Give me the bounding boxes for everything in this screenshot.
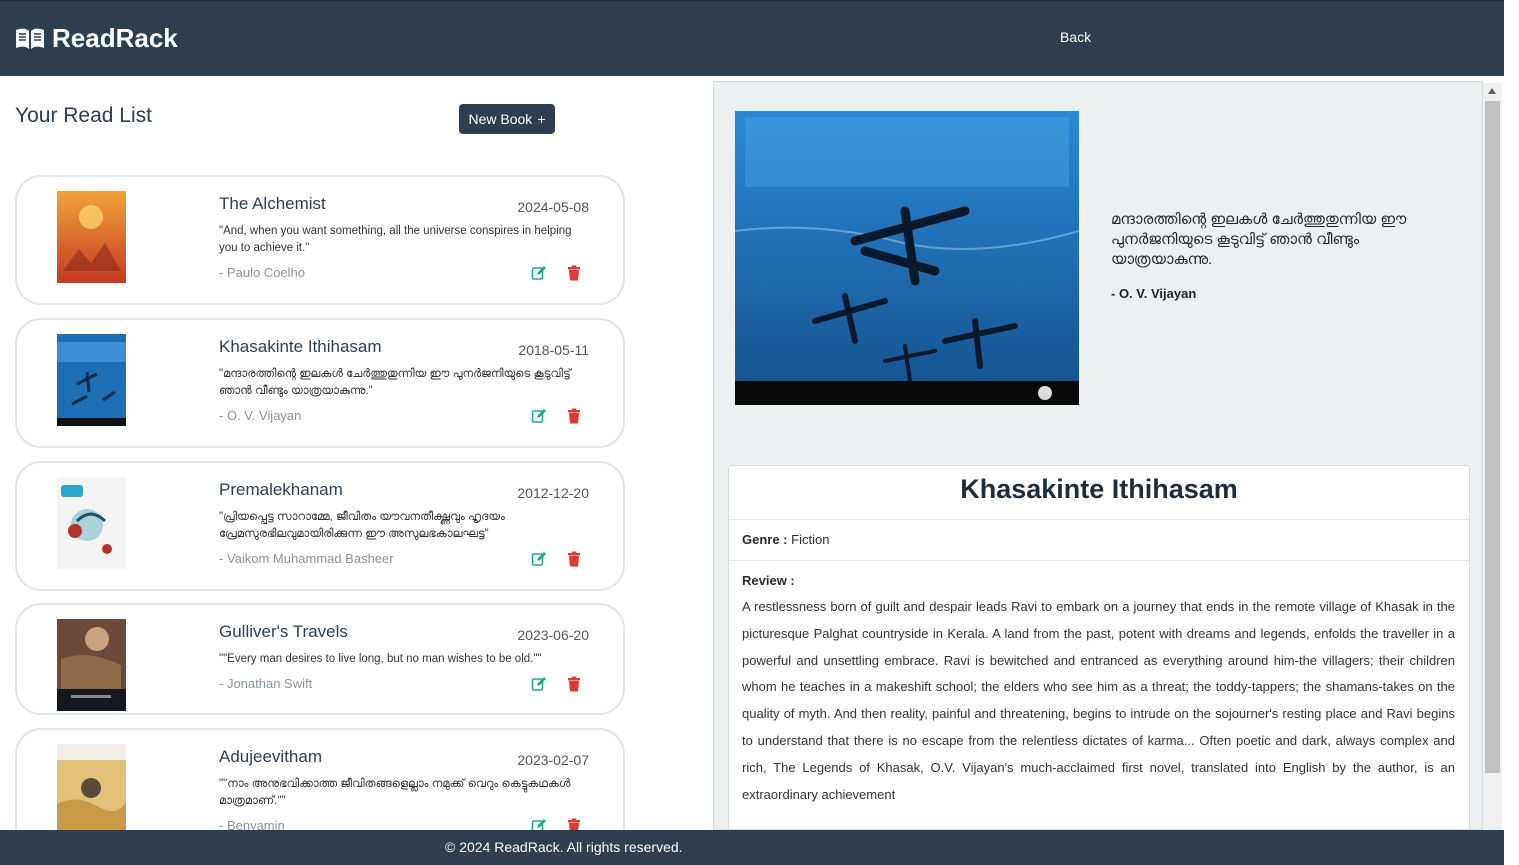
book-card[interactable]: Gulliver's Travels 2023-06-20 ""Every ma…: [15, 603, 625, 715]
scroll-up-icon[interactable]: [1488, 88, 1496, 94]
divider: [729, 560, 1469, 561]
book-author: - Benyamin: [219, 818, 285, 830]
delete-icon[interactable]: [566, 676, 582, 692]
delete-icon[interactable]: [566, 408, 582, 424]
genre-label: Genre :: [742, 532, 788, 547]
edit-icon[interactable]: [531, 818, 547, 830]
book-card[interactable]: Premalekhanam 2012-12-20 "പ്രിയപ്പെട്ട സ…: [15, 461, 625, 591]
book-card[interactable]: Khasakinte Ithihasam 2018-05-11 "മന്ദാരത…: [15, 318, 625, 448]
brand-logo[interactable]: ReadRack: [14, 23, 178, 54]
book-author: - Vaikom Muhammad Basheer: [219, 551, 394, 566]
book-cover: [57, 619, 126, 711]
detail-book-cover: [735, 111, 1079, 405]
book-quote: "And, when you want something, all the u…: [219, 225, 572, 254]
book-author: - O. V. Vijayan: [219, 408, 302, 423]
book-quote: "പ്രിയപ്പെട്ട സാറാമ്മേ, ജീവിതം യൗവനതീക്ഷ…: [219, 511, 505, 540]
book-quote: ""നാം അനുഭവിക്കാത്ത ജീവിതങ്ങളെല്ലാം നമുക…: [219, 778, 571, 807]
book-cover: [57, 191, 126, 283]
book-cover: [57, 477, 126, 569]
edit-icon[interactable]: [531, 551, 547, 567]
footer-text: © 2024 ReadRack. All rights reserved.: [445, 839, 683, 855]
brand-name: ReadRack: [52, 23, 178, 53]
book-date: 2012-12-20: [517, 485, 589, 501]
book-quote: "മന്ദാരത്തിന്റെ ഇലകൾ ചേർത്തുതുന്നിയ ഈ പു…: [219, 368, 571, 397]
divider: [729, 519, 1469, 520]
book-title: Adujeevitham: [219, 747, 323, 766]
edit-icon[interactable]: [531, 408, 547, 424]
delete-icon[interactable]: [566, 818, 582, 830]
edit-icon[interactable]: [531, 676, 547, 692]
book-card[interactable]: Adujeevitham 2023-02-07 ""നാം അനുഭവിക്കാ…: [15, 728, 625, 830]
new-book-label: New Book: [468, 111, 533, 127]
delete-icon[interactable]: [566, 551, 582, 567]
detail-quote: മന്ദാരത്തിന്റെ ഇലകൾ ചേർത്തുതുന്നിയ ഈ പുന…: [1111, 211, 1407, 268]
book-title: Premalekhanam: [219, 480, 343, 499]
scrollbar[interactable]: [1483, 83, 1502, 830]
back-link[interactable]: Back: [1060, 29, 1091, 45]
book-title: Gulliver's Travels: [219, 622, 348, 641]
edit-icon[interactable]: [531, 265, 547, 281]
book-cover: [57, 334, 126, 426]
book-detail-panel: മന്ദാരത്തിന്റെ ഇലകൾ ചേർത്തുതുന്നിയ ഈ പുന…: [713, 81, 1483, 830]
review-label: Review :: [742, 573, 795, 588]
book-date: 2023-06-20: [517, 627, 589, 643]
book-title: The Alchemist: [219, 194, 326, 213]
delete-icon[interactable]: [566, 265, 582, 281]
genre-value: Fiction: [791, 532, 830, 547]
book-date: 2018-05-11: [518, 342, 589, 358]
scroll-thumb[interactable]: [1485, 101, 1500, 773]
detail-book-title: Khasakinte Ithihasam: [960, 474, 1238, 504]
new-book-button[interactable]: New Book +: [459, 104, 555, 134]
open-book-icon: [16, 28, 44, 49]
book-card[interactable]: The Alchemist 2024-05-08 "And, when you …: [15, 175, 625, 305]
book-quote: ""Every man desires to live long, but no…: [219, 653, 542, 665]
book-date: 2023-02-07: [517, 752, 589, 768]
book-cover: [57, 744, 126, 830]
navbar: ReadRack Back: [0, 0, 1504, 76]
review-text: A restlessness born of guilt and despair…: [742, 599, 1455, 802]
genre-row: Genre : Fiction: [742, 532, 829, 547]
book-date: 2024-05-08: [517, 199, 589, 215]
plus-icon: +: [537, 111, 546, 127]
read-list-panel: Your Read List New Book + The Alchemist …: [0, 76, 712, 830]
book-author: - Paulo Coelho: [219, 265, 305, 280]
book-title: Khasakinte Ithihasam: [219, 337, 382, 356]
detail-author: - O. V. Vijayan: [1111, 286, 1197, 301]
footer: © 2024 ReadRack. All rights reserved.: [0, 830, 1504, 865]
book-info-card: Khasakinte Ithihasam Genre : Fiction Rev…: [728, 465, 1470, 829]
read-list-title: Your Read List: [15, 104, 152, 127]
book-author: - Jonathan Swift: [219, 676, 313, 691]
